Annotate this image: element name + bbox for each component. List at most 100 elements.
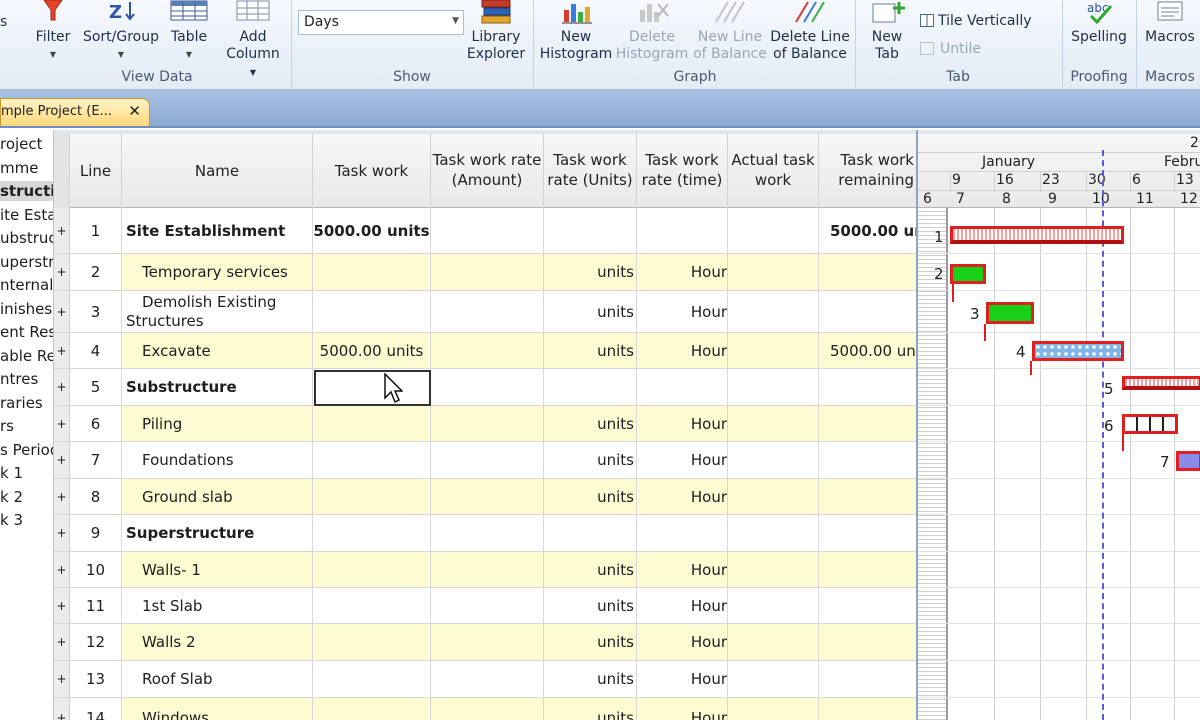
expand-row-icon[interactable]: +: [54, 479, 70, 514]
expand-row-icon[interactable]: +: [54, 369, 70, 405]
line-cell[interactable]: 13: [70, 661, 122, 697]
line-cell[interactable]: 7: [70, 442, 122, 478]
table-row[interactable]: +14 Windows units Hour: [54, 698, 916, 720]
task-work-rate-time-cell[interactable]: Hour: [637, 442, 728, 478]
task-work-remaining-cell[interactable]: [819, 479, 916, 514]
library-explorer-button[interactable]: Library Explorer: [466, 0, 526, 64]
new-line-of-balance-button[interactable]: New Line of Balance: [692, 0, 768, 64]
table-row[interactable]: +13 Roof Slab units Hour: [54, 661, 916, 698]
task-work-rate-amount-cell[interactable]: [431, 479, 544, 514]
untile-button[interactable]: Untile: [920, 41, 981, 57]
name-cell[interactable]: Superstructure: [122, 515, 313, 551]
line-cell[interactable]: 9: [70, 515, 122, 551]
task-work-rate-units-cell[interactable]: units: [544, 698, 637, 720]
actual-task-work-cell[interactable]: [728, 406, 819, 441]
name-cell[interactable]: Piling: [122, 406, 313, 441]
task-work-rate-units-cell[interactable]: units: [544, 333, 637, 368]
table-row[interactable]: +6 Piling units Hour: [54, 406, 916, 442]
task-work-cell[interactable]: [313, 661, 431, 697]
tree-item[interactable]: nternals: [0, 275, 53, 295]
task-work-rate-units-cell[interactable]: units: [544, 552, 637, 587]
tree-item[interactable]: rs: [0, 416, 14, 436]
task-work-rate-amount-cell[interactable]: [431, 698, 544, 720]
task-work-remaining-cell[interactable]: [819, 588, 916, 623]
task-work-rate-time-cell[interactable]: [637, 369, 728, 405]
actual-task-work-cell[interactable]: [728, 254, 819, 290]
tree-item[interactable]: uperstr: [0, 252, 53, 272]
actual-task-work-cell[interactable]: [728, 661, 819, 697]
column-header-task-work-remaining[interactable]: Task work remaining: [819, 134, 916, 208]
table-row[interactable]: +3 Demolish Existing Structures units Hour: [54, 291, 916, 333]
task-work-rate-time-cell[interactable]: [637, 208, 728, 253]
expand-row-icon[interactable]: +: [54, 698, 70, 720]
line-cell[interactable]: 5: [70, 369, 122, 405]
delete-histogram-button[interactable]: Delete Histogram: [614, 0, 690, 64]
name-cell[interactable]: Roof Slab: [122, 661, 313, 697]
task-work-rate-time-cell[interactable]: Hour: [637, 588, 728, 623]
task-work-cell[interactable]: [313, 442, 431, 478]
tree-item[interactable]: roject: [0, 134, 43, 154]
task-work-remaining-cell[interactable]: [819, 515, 916, 551]
tree-item[interactable]: raries: [0, 393, 43, 413]
task-work-remaining-cell[interactable]: [819, 442, 916, 478]
tree-item[interactable]: able Re: [0, 346, 53, 366]
task-work-cell[interactable]: [313, 406, 431, 441]
sort-group-button[interactable]: Z Sort/Group ▼: [80, 0, 162, 64]
task-work-rate-units-cell[interactable]: units: [544, 442, 637, 478]
gantt-bar[interactable]: [1122, 376, 1200, 390]
line-cell[interactable]: 3: [70, 291, 122, 332]
tree-item[interactable]: ent Res: [0, 322, 53, 342]
task-work-rate-time-cell[interactable]: Hour: [637, 406, 728, 441]
task-work-rate-time-cell[interactable]: Hour: [637, 624, 728, 660]
name-cell[interactable]: Walls 2: [122, 624, 313, 660]
task-work-rate-time-cell[interactable]: Hour: [637, 698, 728, 720]
tree-item[interactable]: k 3: [0, 510, 23, 530]
name-cell[interactable]: Site Establishment: [122, 208, 313, 253]
line-cell[interactable]: 11: [70, 588, 122, 623]
task-work-rate-time-cell[interactable]: Hour: [637, 291, 728, 332]
gantt-bar[interactable]: [1176, 451, 1200, 471]
task-work-rate-units-cell[interactable]: units: [544, 291, 637, 332]
gantt-bar[interactable]: [950, 264, 986, 284]
gantt-bar[interactable]: [986, 302, 1034, 324]
table-row[interactable]: +4 Excavate 5000.00 units units Hour 5000.00 …: [54, 333, 916, 369]
task-work-rate-amount-cell[interactable]: [431, 406, 544, 441]
name-cell[interactable]: Ground slab: [122, 479, 313, 514]
name-cell[interactable]: Excavate: [122, 333, 313, 368]
line-cell[interactable]: 6: [70, 406, 122, 441]
actual-task-work-cell[interactable]: [728, 442, 819, 478]
tree-item[interactable]: ntres: [0, 369, 38, 389]
actual-task-work-cell[interactable]: [728, 552, 819, 587]
task-work-rate-time-cell[interactable]: Hour: [637, 479, 728, 514]
table-row[interactable]: +2 Temporary services units Hour: [54, 254, 916, 291]
tree-item[interactable]: structi: [0, 181, 53, 201]
name-cell[interactable]: Windows: [122, 698, 313, 720]
task-work-rate-units-cell[interactable]: units: [544, 479, 637, 514]
new-histogram-button[interactable]: New Histogram: [538, 0, 614, 64]
task-work-cell[interactable]: [313, 698, 431, 720]
expand-row-icon[interactable]: +: [54, 406, 70, 441]
name-cell[interactable]: Substructure: [122, 369, 313, 405]
line-cell[interactable]: 12: [70, 624, 122, 660]
table-row[interactable]: +11 1st Slab units Hour: [54, 588, 916, 624]
table-button[interactable]: Table ▼: [166, 0, 212, 64]
task-work-cell[interactable]: [313, 479, 431, 514]
add-column-button[interactable]: Add Column ▼: [222, 0, 284, 77]
expand-row-icon[interactable]: +: [54, 291, 70, 332]
actual-task-work-cell[interactable]: [728, 479, 819, 514]
new-tab-button[interactable]: New Tab: [862, 0, 912, 64]
actual-task-work-cell[interactable]: [728, 515, 819, 551]
task-work-cell[interactable]: 5000.00 units: [313, 208, 431, 253]
expand-row-icon[interactable]: +: [54, 624, 70, 660]
selected-cell[interactable]: [314, 370, 431, 406]
gantt-bar[interactable]: [1032, 341, 1124, 361]
task-work-cell[interactable]: [313, 515, 431, 551]
task-work-cell[interactable]: [313, 552, 431, 587]
task-work-rate-units-cell[interactable]: units: [544, 254, 637, 290]
tree-item[interactable]: k 2: [0, 487, 23, 507]
spelling-button[interactable]: abc Spelling: [1066, 0, 1132, 64]
table-row[interactable]: +7 Foundations units Hour: [54, 442, 916, 479]
task-work-rate-amount-cell[interactable]: [431, 661, 544, 697]
task-work-remaining-cell[interactable]: [819, 624, 916, 660]
task-work-remaining-cell[interactable]: [819, 698, 916, 720]
